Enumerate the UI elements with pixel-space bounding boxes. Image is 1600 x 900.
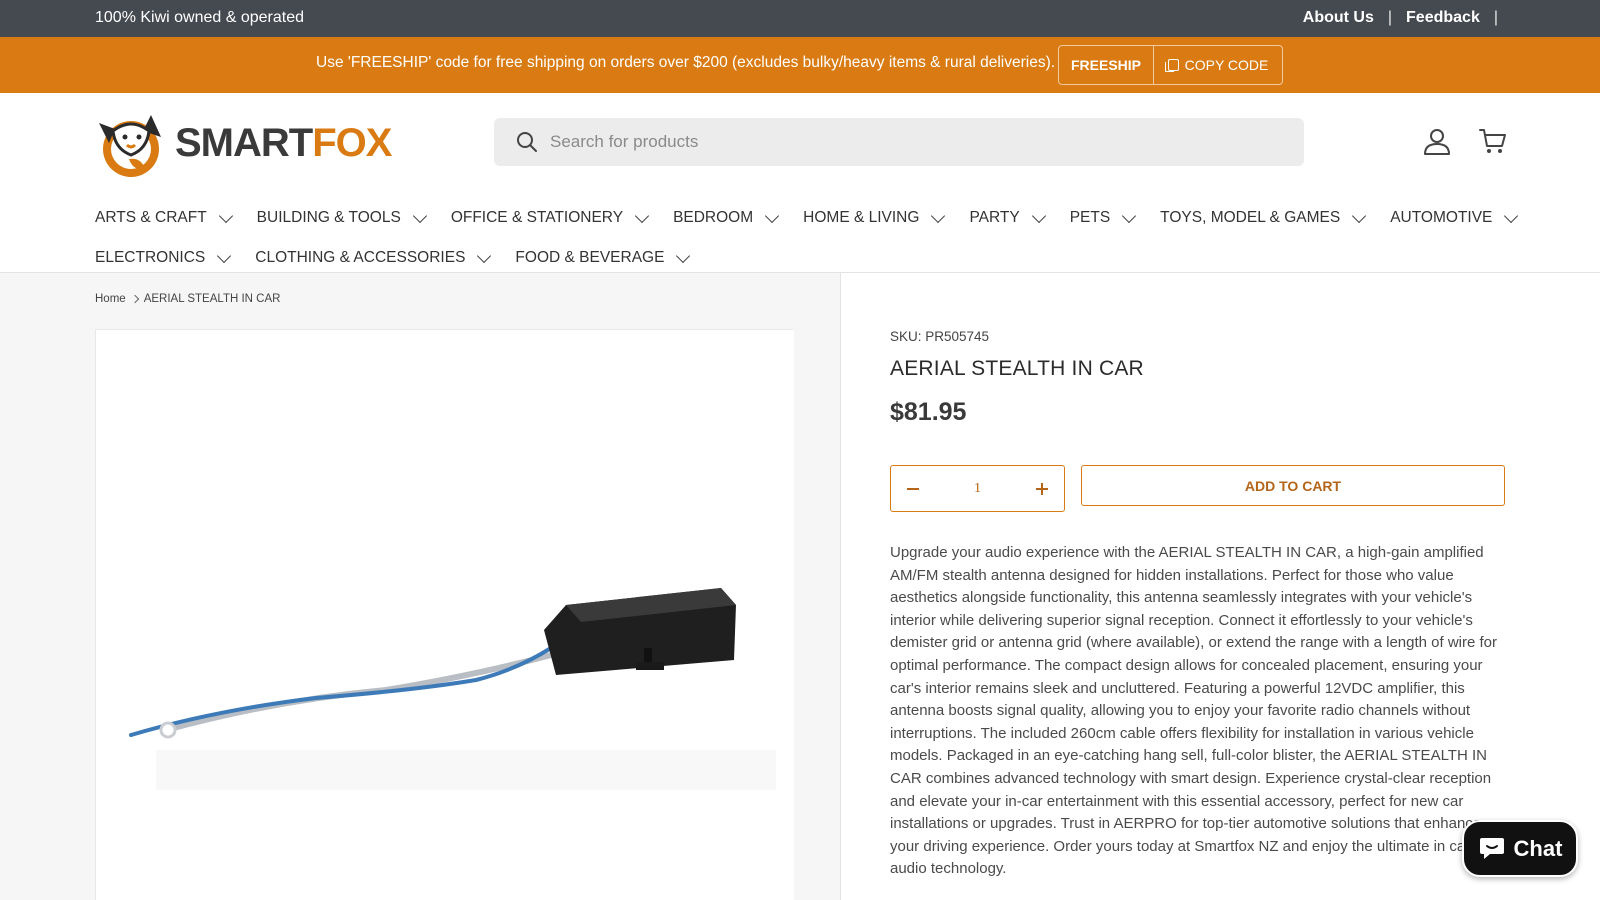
chevron-down-icon [217,248,232,263]
product-price: $81.95 [890,398,967,426]
copy-code-button[interactable]: COPY CODE [1154,57,1282,73]
chevron-down-icon [765,208,780,223]
chevron-down-icon [676,248,691,263]
nav-office-stationery[interactable]: OFFICE & STATIONERY [451,208,650,227]
site-logo[interactable]: SMARTFOX [95,108,392,178]
quantity-input[interactable] [947,480,1008,497]
copy-code-label: COPY CODE [1184,57,1269,73]
nav-party[interactable]: PARTY [969,208,1046,227]
nav-home-living[interactable]: HOME & LIVING [803,208,946,227]
nav-automotive[interactable]: AUTOMOTIVE [1390,208,1519,227]
chevron-down-icon [931,208,946,223]
promo-banner: Use 'FREESHIP' code for free shipping on… [0,37,1600,93]
nav-arts-craft[interactable]: ARTS & CRAFT [95,208,233,227]
plus-icon [1036,482,1048,495]
tagline: 100% Kiwi owned & operated [95,9,305,26]
nav-building-tools[interactable]: BUILDING & TOOLS [257,208,427,227]
chevron-down-icon [1504,208,1519,223]
about-us-link[interactable]: About Us [1303,9,1374,27]
minus-icon [907,487,919,490]
product-description: Upgrade your audio experience with the A… [890,544,1497,878]
account-icon[interactable] [1422,126,1452,156]
logo-wordmark: SMARTFOX [175,120,392,165]
feedback-link[interactable]: Feedback [1406,9,1480,27]
chat-button[interactable]: Chat [1462,820,1578,877]
promo-message: Use 'FREESHIP' code for free shipping on… [316,54,1056,71]
cart-icon[interactable] [1478,126,1508,156]
product-image[interactable] [95,329,794,900]
breadcrumb-current: AERIAL STEALTH IN CAR [143,293,281,305]
chevron-down-icon [412,208,427,223]
chevron-down-icon [1122,208,1137,223]
chat-bubble-icon [1479,837,1504,859]
chevron-right-icon [130,294,139,304]
chevron-down-icon [1031,208,1046,223]
search-input[interactable] [550,132,1250,152]
nav-clothing-accessories[interactable]: CLOTHING & ACCESSORIES [255,248,492,267]
chevron-down-icon [477,248,492,263]
link-separator: | [1387,9,1393,26]
search-bar[interactable] [494,118,1304,166]
nav-electronics[interactable]: ELECTRONICS [95,248,232,267]
search-icon[interactable] [516,131,538,153]
copy-icon [1164,59,1179,72]
chevron-down-icon [218,208,233,223]
chat-label: Chat [1513,835,1563,861]
quantity-stepper [890,465,1065,512]
breadcrumb: Home AERIAL STEALTH IN CAR [95,293,280,305]
link-separator: | [1493,9,1498,26]
nav-food-beverage[interactable]: FOOD & BEVERAGE [515,248,691,267]
nav-row-1: ARTS & CRAFT BUILDING & TOOLS OFFICE & S… [95,198,1519,238]
fox-logo-icon [95,109,167,177]
nav-pets[interactable]: PETS [1070,208,1137,227]
main-navigation: ARTS & CRAFT BUILDING & TOOLS OFFICE & S… [95,198,1519,278]
promo-code: FREESHIP [1059,46,1154,84]
breadcrumb-home-link[interactable]: Home [95,293,126,305]
add-to-cart-button[interactable]: ADD TO CART [1081,465,1505,506]
product-title: AERIAL STEALTH IN CAR [890,357,1144,380]
decrease-quantity-button[interactable] [891,466,935,511]
nav-bedroom[interactable]: BEDROOM [673,208,780,227]
product-sku: SKU: PR505745 [890,329,990,344]
chevron-down-icon [634,208,650,223]
product-media-pane: Home AERIAL STEALTH IN CAR [0,273,841,900]
top-links: About Us | Feedback | [1303,9,1498,27]
nav-toys-model-games[interactable]: TOYS, MODEL & GAMES [1160,208,1367,227]
chevron-down-icon [1352,208,1367,223]
increase-quantity-button[interactable] [1020,466,1064,511]
top-bar: 100% Kiwi owned & operated About Us | Fe… [0,0,1600,37]
antenna-product-illustration [96,330,794,900]
promo-code-box: FREESHIP COPY CODE [1058,45,1283,85]
